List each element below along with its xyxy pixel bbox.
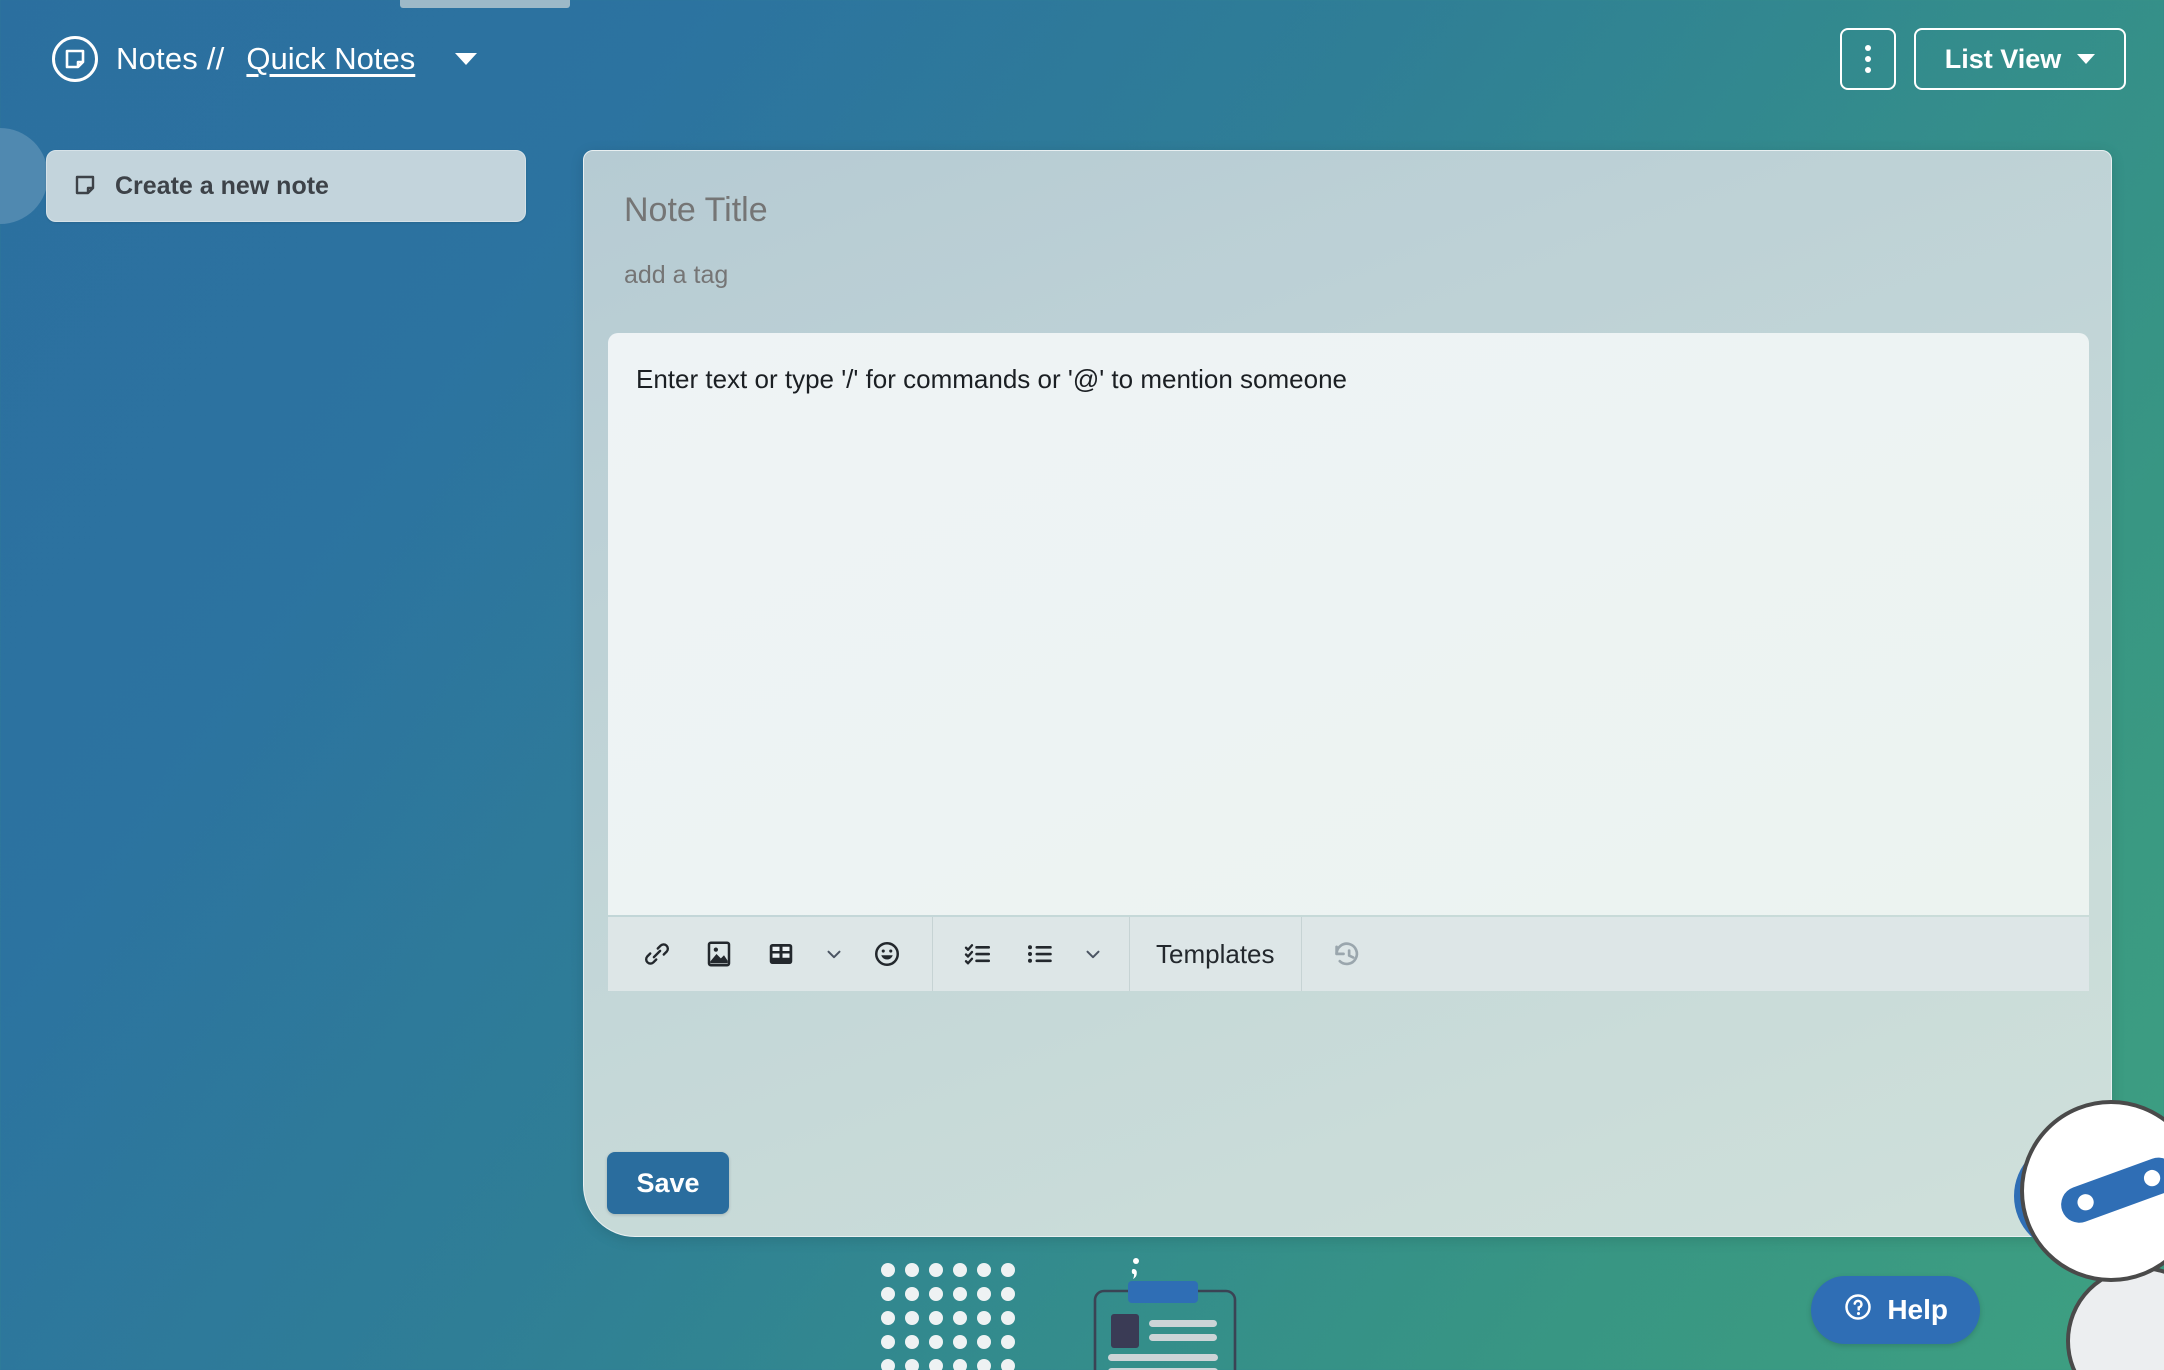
note-body-editor[interactable]: Enter text or type '/' for commands or '… [608,333,2089,915]
emoji-icon[interactable] [864,931,910,977]
editor-toolbar: Templates [608,917,2089,991]
bullet-list-icon[interactable] [1017,931,1063,977]
toolbar-group-insert [608,917,933,991]
toolbar-group-history [1302,917,1392,991]
note-editor-card: Enter text or type '/' for commands or '… [583,150,2112,1237]
note-title-input[interactable] [624,191,1324,230]
create-new-note-button[interactable]: Create a new note [46,150,526,222]
templates-button[interactable]: Templates [1152,939,1279,970]
breadcrumb-current-notebook[interactable]: Quick Notes [246,41,421,77]
create-new-note-label: Create a new note [115,171,329,200]
view-selector-label: List View [1944,43,2062,74]
caret-down-icon [2077,54,2096,64]
image-icon[interactable] [696,931,742,977]
question-circle-icon [1843,1292,1873,1329]
help-button-label: Help [1887,1294,1948,1325]
note-body-placeholder: Enter text or type '/' for commands or '… [636,364,1348,394]
breadcrumb: Notes // Quick Notes [52,36,478,82]
toolbar-group-templates: Templates [1130,917,1302,991]
table-icon[interactable] [758,931,804,977]
note-tag-input[interactable] [624,261,1124,290]
save-button[interactable]: Save [607,1152,729,1214]
kebab-menu-icon [1865,45,1871,73]
link-icon[interactable] [634,931,680,977]
notes-sidebar: Create a new note [46,150,526,222]
help-button[interactable]: Help [1811,1276,1980,1344]
note-logo-icon [52,36,98,82]
caret-down-icon[interactable] [455,53,478,65]
table-chevron-down-icon[interactable] [820,931,848,977]
app-header: Notes // Quick Notes List View [0,0,2164,118]
toolbar-group-lists [933,917,1130,991]
header-actions: List View [1840,28,2126,90]
history-icon[interactable] [1324,931,1370,977]
list-chevron-down-icon[interactable] [1079,931,1107,977]
decorative-left-blob [0,128,48,224]
checklist-icon[interactable] [955,931,1001,977]
app-title: Notes // [116,41,225,76]
view-selector-button[interactable]: List View [1914,28,2126,90]
more-options-button[interactable] [1840,28,1896,90]
clipboard-and-dots-illustration [880,1252,1300,1370]
note-icon [73,173,97,200]
